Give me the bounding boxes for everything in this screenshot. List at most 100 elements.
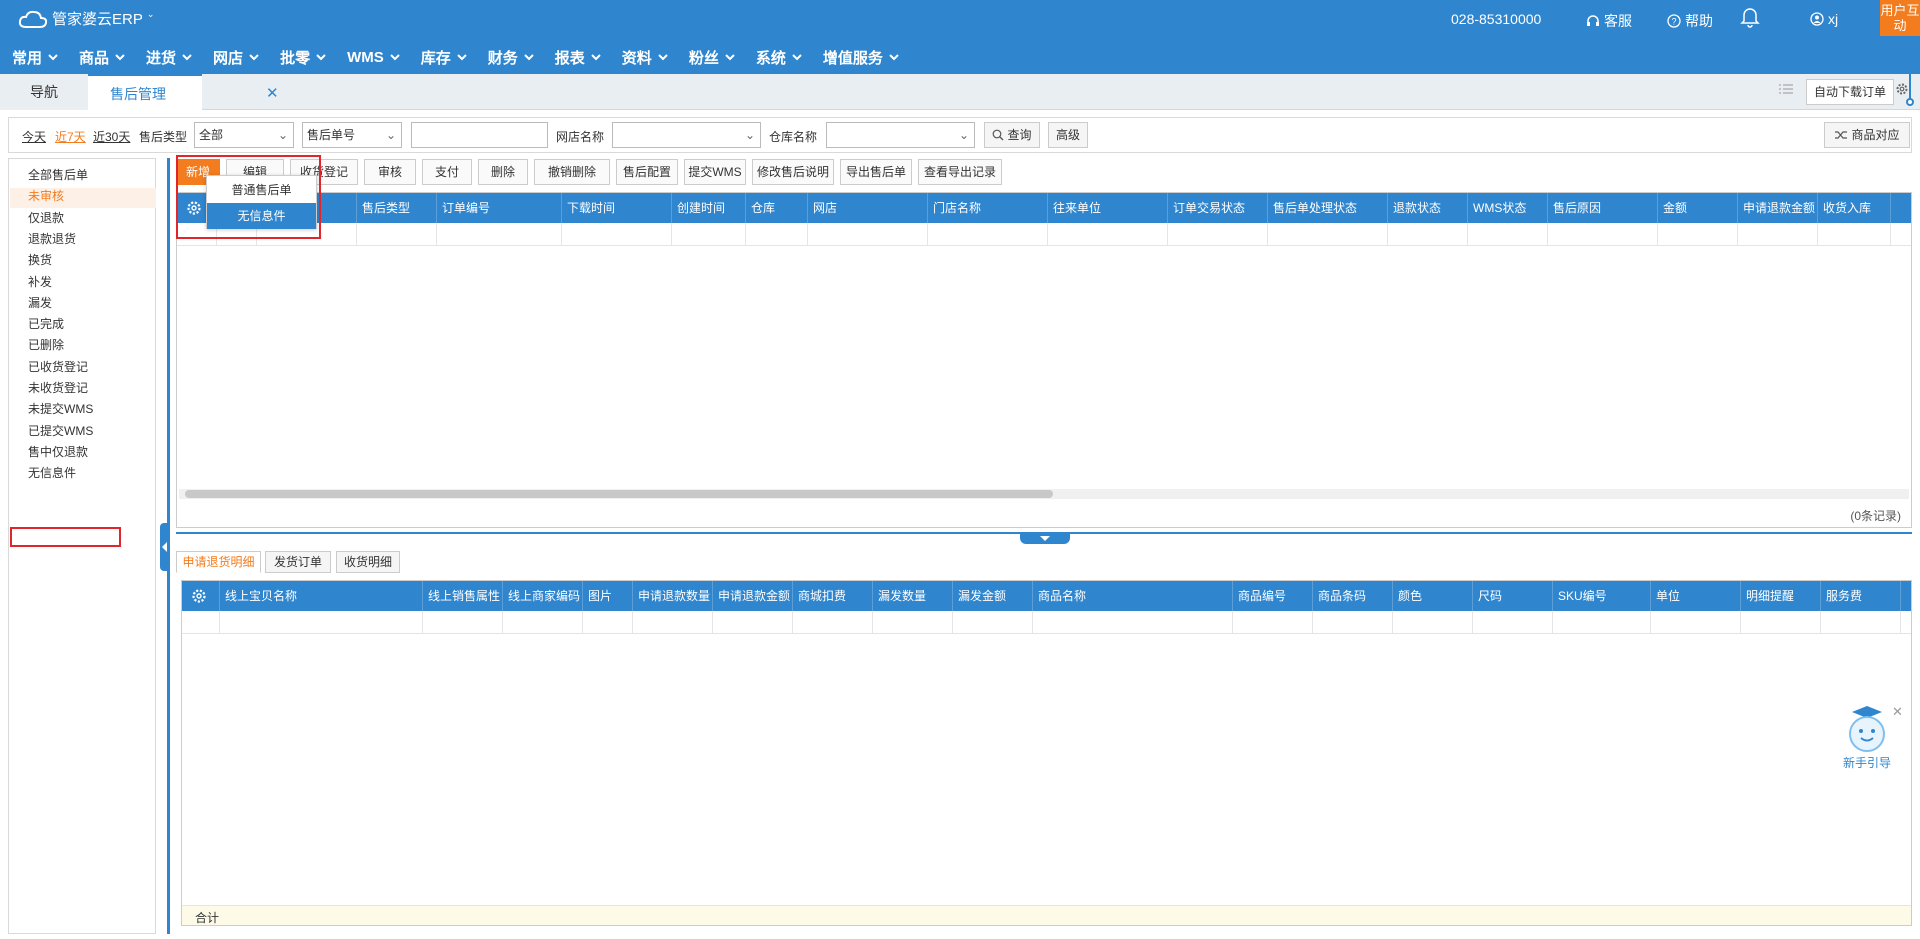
app-logo[interactable]: 管家婆云ERP ⌄ bbox=[18, 8, 154, 29]
filter-last7[interactable]: 近7天 bbox=[55, 128, 86, 145]
sidebar-item[interactable]: 漏发 bbox=[28, 294, 52, 311]
table-row[interactable] bbox=[182, 611, 1911, 634]
toolbar-button[interactable]: 撤销删除 bbox=[534, 159, 610, 185]
main-grid-column-header[interactable]: 门店名称 bbox=[928, 193, 1048, 223]
sidebar-item[interactable]: 已完成 bbox=[28, 315, 64, 332]
nav-item[interactable]: 进货 bbox=[146, 47, 192, 68]
table-cell[interactable] bbox=[437, 223, 562, 246]
tab-navigation[interactable]: 导航 bbox=[0, 74, 88, 110]
table-cell[interactable] bbox=[1168, 223, 1268, 246]
table-cell[interactable] bbox=[1388, 223, 1468, 246]
detail-grid-column-header[interactable]: 商品编号 bbox=[1233, 581, 1313, 611]
nav-item[interactable]: 财务 bbox=[488, 47, 534, 68]
table-cell[interactable] bbox=[713, 611, 793, 634]
right-scroll-handle[interactable] bbox=[1905, 40, 1915, 110]
notification-link[interactable] bbox=[1740, 6, 1764, 28]
nav-item[interactable]: 增值服务 bbox=[823, 47, 899, 68]
table-row[interactable] bbox=[177, 223, 1911, 246]
user-interact-button[interactable]: 用户互动 bbox=[1880, 0, 1920, 36]
detail-grid-column-header[interactable]: 申请退款金额 bbox=[713, 581, 793, 611]
toolbar-button[interactable]: 支付 bbox=[422, 159, 472, 185]
table-cell[interactable] bbox=[1741, 611, 1821, 634]
shop-select[interactable]: ⌄ bbox=[612, 122, 761, 148]
detail-grid-column-header[interactable]: 线上宝贝名称 bbox=[220, 581, 423, 611]
query-button[interactable]: 查询 bbox=[984, 122, 1040, 148]
table-cell[interactable] bbox=[182, 611, 220, 634]
table-cell[interactable] bbox=[793, 611, 873, 634]
main-grid-column-header[interactable]: 收货入库 bbox=[1818, 193, 1891, 223]
detail-grid-column-header[interactable]: 申请退款数量 bbox=[633, 581, 713, 611]
table-cell[interactable] bbox=[1548, 223, 1658, 246]
main-grid-column-header[interactable]: 下载时间 bbox=[562, 193, 672, 223]
table-cell[interactable] bbox=[633, 611, 713, 634]
close-icon[interactable]: ✕ bbox=[1892, 704, 1903, 720]
close-icon[interactable]: ✕ bbox=[266, 76, 279, 112]
warehouse-select[interactable]: ⌄ bbox=[826, 122, 975, 148]
toolbar-button[interactable]: 修改售后说明 bbox=[752, 159, 834, 185]
toolbar-button[interactable]: 删除 bbox=[478, 159, 528, 185]
detail-grid-column-header[interactable]: 商品条码 bbox=[1313, 581, 1393, 611]
detail-grid-column-header[interactable]: 商城扣费 bbox=[793, 581, 873, 611]
table-cell[interactable] bbox=[1468, 223, 1548, 246]
detail-grid-column-header[interactable]: 漏发数量 bbox=[873, 581, 953, 611]
nav-item[interactable]: 资料 bbox=[622, 47, 668, 68]
main-grid-column-header[interactable]: 售后单处理状态 bbox=[1268, 193, 1388, 223]
toolbar-button[interactable]: 导出售后单 bbox=[840, 159, 912, 185]
nav-item[interactable]: 商品 bbox=[79, 47, 125, 68]
sidebar-item[interactable]: 仅退款 bbox=[28, 209, 64, 226]
tab-return-detail[interactable]: 申请退货明细 bbox=[176, 551, 261, 573]
toolbar-button[interactable]: 查看导出记录 bbox=[918, 159, 1002, 185]
detail-grid-column-header[interactable]: 尺码 bbox=[1473, 581, 1553, 611]
detail-grid-column-header[interactable]: 漏发金额 bbox=[953, 581, 1033, 611]
table-cell[interactable] bbox=[873, 611, 953, 634]
table-cell[interactable] bbox=[808, 223, 928, 246]
gear-icon[interactable] bbox=[182, 581, 220, 611]
main-grid-column-header[interactable]: 订单编号 bbox=[437, 193, 562, 223]
main-grid-column-header[interactable]: 申请退款金额 bbox=[1738, 193, 1818, 223]
table-cell[interactable] bbox=[423, 611, 503, 634]
detail-grid-column-header[interactable]: 服务费 bbox=[1821, 581, 1901, 611]
list-icon[interactable] bbox=[1778, 82, 1802, 102]
search-field-select[interactable]: 售后单号 ⌄ bbox=[302, 122, 402, 148]
detail-grid-column-header[interactable]: 图片 bbox=[583, 581, 633, 611]
main-grid-column-header[interactable]: 订单交易状态 bbox=[1168, 193, 1268, 223]
filter-last30[interactable]: 近30天 bbox=[93, 128, 130, 145]
nav-item[interactable]: 常用 bbox=[12, 47, 58, 68]
table-cell[interactable] bbox=[1821, 611, 1901, 634]
main-grid-column-header[interactable]: WMS状态 bbox=[1468, 193, 1548, 223]
table-cell[interactable] bbox=[672, 223, 746, 246]
nav-item[interactable]: 库存 bbox=[421, 47, 467, 68]
tab-receiving-detail[interactable]: 收货明细 bbox=[336, 551, 400, 573]
table-cell[interactable] bbox=[583, 611, 633, 634]
table-cell[interactable] bbox=[1233, 611, 1313, 634]
collapse-sidebar-handle[interactable] bbox=[160, 523, 170, 571]
main-grid-column-header[interactable]: 网店 bbox=[808, 193, 928, 223]
horizontal-scrollbar[interactable] bbox=[179, 489, 1909, 499]
main-grid-column-header[interactable]: 仓库 bbox=[746, 193, 808, 223]
table-cell[interactable] bbox=[220, 611, 423, 634]
table-cell[interactable] bbox=[1313, 611, 1393, 634]
nav-item[interactable]: 网店 bbox=[213, 47, 259, 68]
sidebar-item[interactable]: 已收货登记 bbox=[28, 358, 88, 375]
detail-grid-column-header[interactable]: 线上销售属性 bbox=[423, 581, 503, 611]
auto-download-button[interactable]: 自动下载订单 bbox=[1806, 79, 1894, 105]
nav-item[interactable]: WMS bbox=[347, 49, 400, 66]
nav-item[interactable]: 系统 bbox=[756, 47, 802, 68]
sidebar-item[interactable]: 未审核 bbox=[28, 187, 64, 204]
scrollbar-thumb[interactable] bbox=[185, 490, 1053, 498]
toolbar-button[interactable]: 售后配置 bbox=[616, 159, 678, 185]
sidebar-item[interactable]: 全部售后单 bbox=[28, 166, 88, 183]
new-user-guide[interactable]: ✕ 新手引导 bbox=[1836, 704, 1903, 770]
help-link[interactable]: ? 帮助 bbox=[1667, 11, 1713, 31]
toolbar-button[interactable]: 提交WMS bbox=[684, 159, 746, 185]
detail-grid-column-header[interactable]: 线上商家编码 bbox=[503, 581, 583, 611]
advanced-button[interactable]: 高级 bbox=[1048, 122, 1088, 148]
table-cell[interactable] bbox=[953, 611, 1033, 634]
nav-item[interactable]: 粉丝 bbox=[689, 47, 735, 68]
main-grid-column-header[interactable]: 退款状态 bbox=[1388, 193, 1468, 223]
table-cell[interactable] bbox=[1818, 223, 1891, 246]
table-cell[interactable] bbox=[1553, 611, 1651, 634]
table-cell[interactable] bbox=[928, 223, 1048, 246]
table-cell[interactable] bbox=[1033, 611, 1233, 634]
detail-grid-column-header[interactable]: SKU编号 bbox=[1553, 581, 1651, 611]
